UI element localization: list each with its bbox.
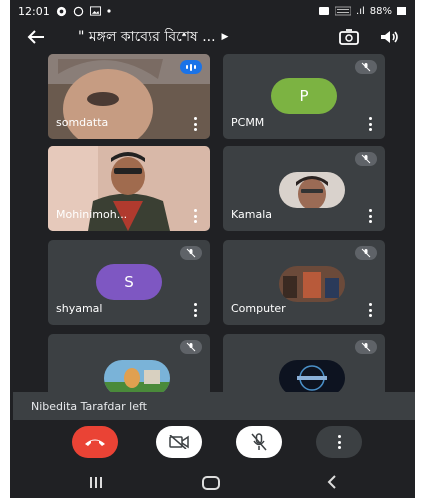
more-options-icon[interactable]	[365, 117, 375, 131]
more-options-icon[interactable]	[190, 209, 200, 223]
mic-off-icon	[355, 246, 377, 260]
switch-camera-icon	[339, 29, 359, 45]
more-vert-icon	[337, 435, 341, 449]
mic-off-icon	[180, 246, 202, 260]
mic-off-icon	[355, 152, 377, 166]
dot-icon	[107, 9, 111, 13]
participant-name: Mohinimoh...	[56, 208, 128, 221]
whatsapp-icon	[73, 6, 84, 17]
status-bar: 12:01 .ıl 88%	[10, 0, 415, 22]
participant-name: PCMM	[231, 116, 265, 129]
avatar-photo	[104, 360, 170, 396]
participant-name: shyamal	[56, 302, 103, 315]
toggle-mic-button[interactable]	[236, 426, 282, 458]
status-time: 12:01	[18, 4, 50, 18]
avatar: S	[96, 264, 162, 300]
caret-right-icon[interactable]: ▶	[222, 32, 229, 42]
avatar-photo	[279, 172, 345, 208]
call-controls	[10, 426, 415, 464]
volte-icon	[335, 6, 352, 16]
gallery-icon	[89, 6, 101, 16]
more-options-icon[interactable]	[365, 209, 375, 223]
recents-button[interactable]	[86, 474, 106, 490]
participant-tile-computer[interactable]: Computer	[223, 240, 385, 325]
battery-level: 88%	[369, 5, 392, 17]
avatar: P	[271, 78, 337, 114]
end-call-button[interactable]	[72, 426, 118, 458]
arrow-back-icon	[27, 30, 44, 44]
more-options-icon[interactable]	[365, 303, 375, 317]
speaker-icon	[381, 31, 398, 43]
participant-tile-pcmm[interactable]: P PCMM	[223, 54, 385, 139]
participant-tile-mohinimoh[interactable]: Mohinimoh...	[48, 146, 210, 231]
call-top-bar: " মঙ্গল কাব্যের বিশেষ ... ▶	[10, 22, 415, 52]
audio-output-button[interactable]	[377, 25, 401, 49]
home-button[interactable]	[202, 476, 220, 490]
participant-name: somdatta	[56, 116, 109, 129]
participant-name: Kamala	[231, 208, 273, 221]
switch-camera-button[interactable]	[337, 25, 361, 49]
speaking-indicator-icon	[180, 60, 202, 74]
meet-call-screen: 12:01 .ıl 88% " মঙ্গল কাব্যের বিশেষ ... …	[10, 0, 415, 498]
toast-message: Nibedita Tarafdar left	[31, 399, 147, 413]
participant-tile-shyamal[interactable]: S shyamal	[48, 240, 210, 325]
participant-tile-kamala[interactable]: Kamala	[223, 146, 385, 231]
mic-off-icon	[355, 340, 377, 354]
participant-left-toast: Nibedita Tarafdar left	[13, 392, 415, 420]
camera-off-icon	[169, 435, 189, 449]
more-options-icon[interactable]	[190, 117, 200, 131]
toggle-camera-button[interactable]	[156, 426, 202, 458]
back-nav-button[interactable]	[324, 474, 340, 490]
more-options-icon[interactable]	[190, 303, 200, 317]
participant-tile-somdatta[interactable]: somdatta	[48, 54, 210, 139]
battery-icon	[397, 7, 407, 15]
avatar-photo	[279, 266, 345, 302]
mic-off-icon	[180, 340, 202, 354]
call-end-icon	[85, 439, 105, 446]
notification-icon	[56, 6, 67, 17]
chevron-left-icon	[327, 475, 336, 489]
mic-off-icon	[251, 433, 267, 451]
meeting-title[interactable]: " মঙ্গল কাব্যের বিশেষ ...	[78, 25, 216, 49]
mic-off-icon	[355, 60, 377, 74]
participant-name: Computer	[231, 302, 286, 315]
back-button[interactable]	[24, 25, 48, 49]
signal-strength: .ıl	[356, 5, 365, 17]
alarm-icon	[318, 6, 330, 16]
avatar-photo	[279, 360, 345, 396]
system-nav-bar	[10, 466, 415, 498]
more-options-button[interactable]	[316, 426, 362, 458]
